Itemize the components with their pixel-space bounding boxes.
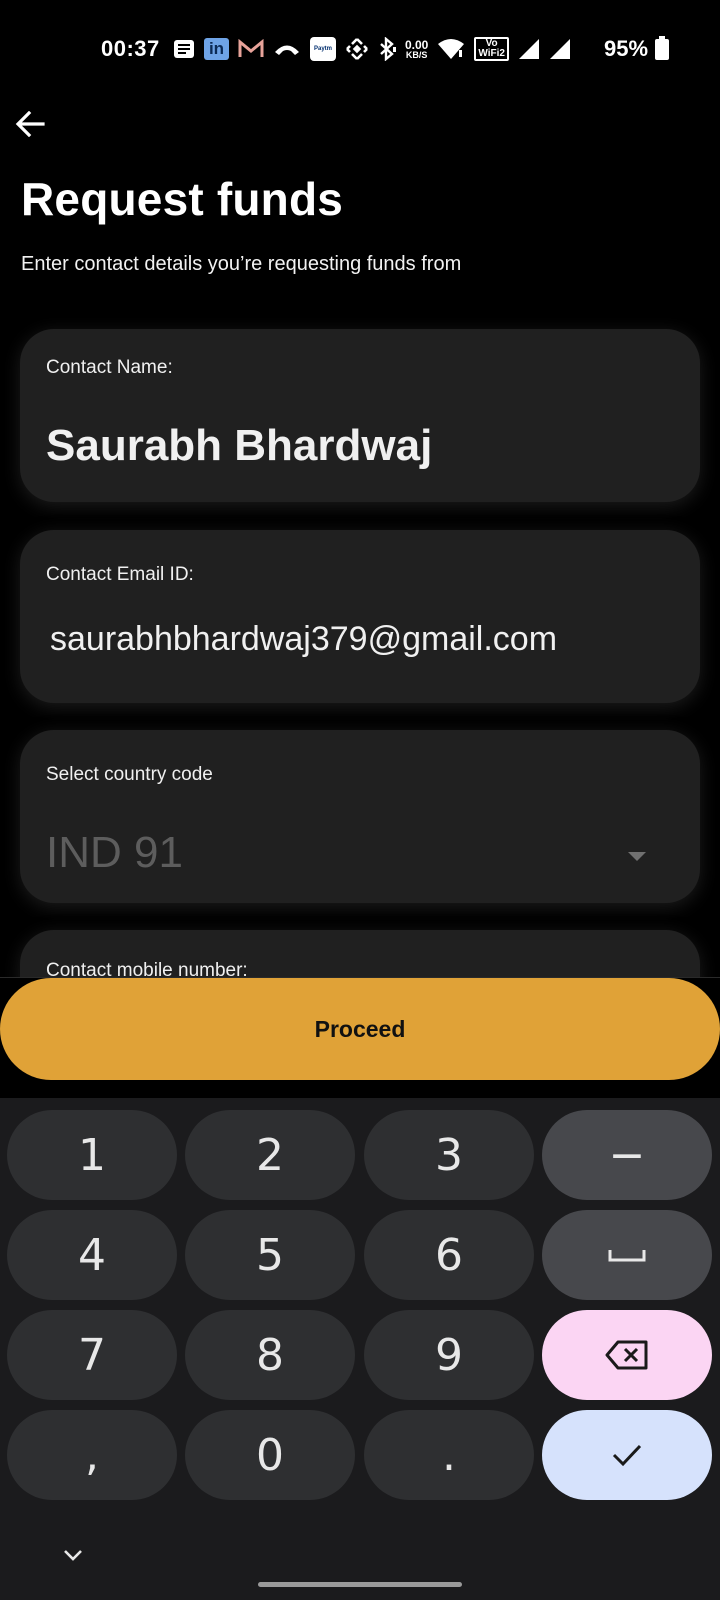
dropdown-caret-icon — [628, 852, 646, 861]
home-indicator[interactable] — [258, 1582, 462, 1587]
status-time: 00:37 — [101, 36, 160, 61]
screen: 00:37 in Paytm 0.00 KB/S Vo WiFi2 95% Re… — [0, 0, 720, 1600]
key-space[interactable]: ␣ — [542, 1210, 712, 1300]
paytm-icon: Paytm — [310, 37, 336, 61]
status-bar: 00:37 in Paytm 0.00 KB/S Vo WiFi2 95% — [0, 0, 720, 96]
key-7[interactable]: 7 — [7, 1310, 177, 1400]
notes-icon — [173, 39, 195, 59]
gmail-icon — [238, 39, 264, 59]
key-period[interactable]: . — [364, 1410, 534, 1500]
battery-icon — [655, 36, 669, 65]
key-9[interactable]: 9 — [364, 1310, 534, 1400]
signal-icon — [518, 38, 540, 60]
backspace-icon — [605, 1340, 648, 1370]
key-1[interactable]: 1 — [7, 1110, 177, 1200]
key-6[interactable]: 6 — [364, 1210, 534, 1300]
linkedin-icon: in — [204, 38, 229, 60]
vowifi-icon: Vo WiFi2 — [474, 37, 509, 61]
key-minus[interactable]: − — [542, 1110, 712, 1200]
keyboard-collapse-button[interactable] — [58, 1540, 88, 1570]
net-speed-icon: 0.00 KB/S — [405, 39, 428, 60]
bluetooth-icon — [378, 37, 396, 61]
country-code-label: Select country code — [46, 764, 213, 785]
status-icons: in Paytm 0.00 KB/S Vo WiFi2 — [173, 34, 571, 64]
key-2[interactable]: 2 — [185, 1110, 355, 1200]
vowifi-bottom: WiFi2 — [478, 48, 505, 59]
chevron-down-icon — [64, 1550, 82, 1561]
page-title: Request funds — [21, 173, 344, 225]
contact-name-label: Contact Name: — [46, 357, 173, 378]
check-icon — [612, 1444, 642, 1467]
key-comma[interactable]: , — [7, 1410, 177, 1500]
key-8[interactable]: 8 — [185, 1310, 355, 1400]
contact-email-card[interactable]: Contact Email ID: saurabhbhardwaj379@gma… — [20, 530, 700, 703]
contact-email-value: saurabhbhardwaj379@gmail.com — [50, 620, 558, 658]
key-0[interactable]: 0 — [185, 1410, 355, 1500]
contact-name-value: Saurabh Bhardwaj — [46, 421, 433, 470]
linkedin-label: in — [208, 39, 225, 58]
contact-name-card[interactable]: Contact Name: Saurabh Bhardwaj — [20, 329, 700, 502]
page-subtitle: Enter contact details you’re requesting … — [21, 253, 462, 275]
net-speed-unit: KB/S — [405, 49, 428, 60]
space-bar-icon — [608, 1250, 646, 1262]
country-code-select[interactable]: Select country code IND 91 — [20, 730, 700, 903]
contact-email-label: Contact Email ID: — [46, 564, 194, 585]
key-4[interactable]: 4 — [7, 1210, 177, 1300]
binance-icon — [345, 37, 369, 61]
battery-percentage: 95% — [604, 36, 649, 61]
key-3[interactable]: 3 — [364, 1110, 534, 1200]
back-button[interactable] — [10, 104, 50, 144]
arrow-back-icon — [15, 111, 45, 137]
signal-icon-2 — [549, 38, 571, 60]
country-code-value: IND 91 — [46, 828, 183, 877]
proceed-button[interactable]: Proceed — [0, 978, 720, 1080]
call-icon — [273, 41, 301, 57]
key-enter[interactable]: ✓ — [542, 1410, 712, 1500]
key-backspace[interactable]: ⌫ — [542, 1310, 712, 1400]
wifi-icon — [437, 38, 465, 60]
net-speed-value: 0.00 — [405, 37, 429, 52]
paytm-label: Paytm — [313, 46, 332, 52]
key-5[interactable]: 5 — [185, 1210, 355, 1300]
